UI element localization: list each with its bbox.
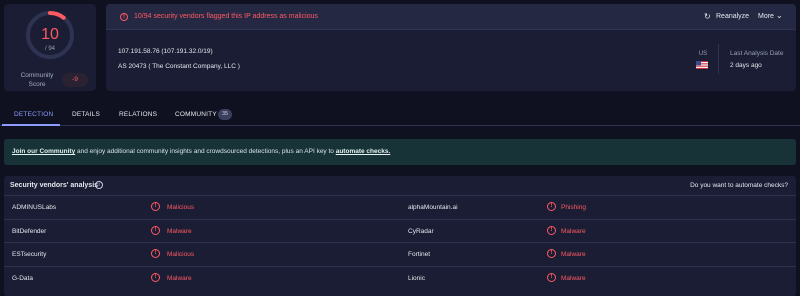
vendor-result: Malware xyxy=(167,227,192,235)
table-row: G-Data ! Malware Lionic ! Malware xyxy=(4,267,796,291)
reanalyze-button[interactable]: Reanalyze xyxy=(716,13,749,20)
vendor-name: ESTsecurity xyxy=(12,251,47,258)
alert-circle-icon: ! xyxy=(547,202,556,211)
tab-bar: DETECTION DETAILS RELATIONS COMMUNITY 35 xyxy=(0,104,800,126)
vendor-result: Phishing xyxy=(561,204,586,211)
alert-circle-icon: ! xyxy=(151,249,160,258)
last-analysis-label: Last Analysis Date xyxy=(730,50,784,57)
vendor-name: BitDefender xyxy=(12,227,47,235)
active-tab-indicator xyxy=(2,124,60,126)
automate-checks-question[interactable]: Do you want to automate checks? xyxy=(690,182,788,189)
table-row: ADMINUSLabs ! Malicious alphaMountain.ai… xyxy=(4,196,796,220)
refresh-icon[interactable]: ↻ xyxy=(704,12,711,21)
vendors-title: Security vendors' analysis xyxy=(10,182,99,189)
alert-circle-icon: ! xyxy=(151,202,160,211)
us-flag-icon xyxy=(696,61,708,69)
alert-circle-icon: ! xyxy=(547,272,556,282)
tab-details[interactable]: DETAILS xyxy=(72,111,100,118)
community-score-badge[interactable]: -9 xyxy=(62,73,88,87)
vendor-result: Malware xyxy=(167,274,192,282)
vendor-result: Malware xyxy=(561,274,586,282)
detection-count: 10 xyxy=(41,26,59,43)
community-banner: Join our Community and enjoy additional … xyxy=(4,139,796,165)
alert-circle-icon: ! xyxy=(120,13,128,21)
tab-relations[interactable]: RELATIONS xyxy=(119,111,157,118)
alert-banner: ! 10/94 security vendors flagged this IP… xyxy=(106,4,796,30)
vendor-name: Fortinet xyxy=(408,251,431,258)
country-code: US xyxy=(698,51,708,57)
automate-checks-link[interactable]: automate checks. xyxy=(336,148,391,155)
detection-total: / 94 xyxy=(44,46,55,52)
community-score-label: Community Score xyxy=(20,72,54,88)
table-row: ESTsecurity ! Malicious Fortinet ! Malwa… xyxy=(4,243,796,267)
detection-score-panel: 10 / 94 Community Score -9 xyxy=(4,4,96,91)
banner-text: and enjoy additional community insights … xyxy=(75,148,336,155)
alert-circle-icon: ! xyxy=(547,225,556,235)
last-analysis-value: 2 days ago xyxy=(730,62,762,69)
vendor-result: Malware xyxy=(561,227,586,235)
vendor-result: Malicious xyxy=(167,251,195,258)
join-community-link[interactable]: Join our Community xyxy=(12,148,75,155)
vendor-name: G-Data xyxy=(12,274,33,282)
alert-circle-icon: ! xyxy=(151,272,160,282)
chevron-down-icon[interactable]: ⌄ xyxy=(776,11,783,20)
alert-circle-icon: ! xyxy=(547,249,556,258)
as-owner[interactable]: AS 20473 ( The Constant Company, LLC ) xyxy=(118,63,240,70)
community-count-badge: 35 xyxy=(218,109,232,120)
table-row: BitDefender ! Malware CyRadar ! Malware xyxy=(4,220,796,243)
vendor-name: ADMINUSLabs xyxy=(12,204,57,211)
tab-community[interactable]: COMMUNITY xyxy=(175,111,217,118)
vendor-result: Malware xyxy=(561,251,586,258)
more-button[interactable]: More xyxy=(758,13,774,20)
ip-info-panel: ! 10/94 security vendors flagged this IP… xyxy=(106,4,796,91)
vendors-table: Security vendors' analysis i Do you want… xyxy=(4,176,796,296)
divider xyxy=(718,44,719,74)
vendor-name: Lionic xyxy=(408,274,425,282)
alert-circle-icon: ! xyxy=(151,225,160,235)
info-icon[interactable]: i xyxy=(95,181,103,189)
vendor-name: alphaMountain.ai xyxy=(408,204,458,211)
alert-text: 10/94 security vendors flagged this IP a… xyxy=(134,13,318,20)
vendor-name: CyRadar xyxy=(408,227,434,235)
ip-address: 107.191.58.76 (107.191.32.0/19) xyxy=(118,48,213,55)
tab-detection[interactable]: DETECTION xyxy=(14,111,53,118)
vendor-result: Malicious xyxy=(167,204,195,211)
vendors-header: Security vendors' analysis i Do you want… xyxy=(4,176,796,196)
